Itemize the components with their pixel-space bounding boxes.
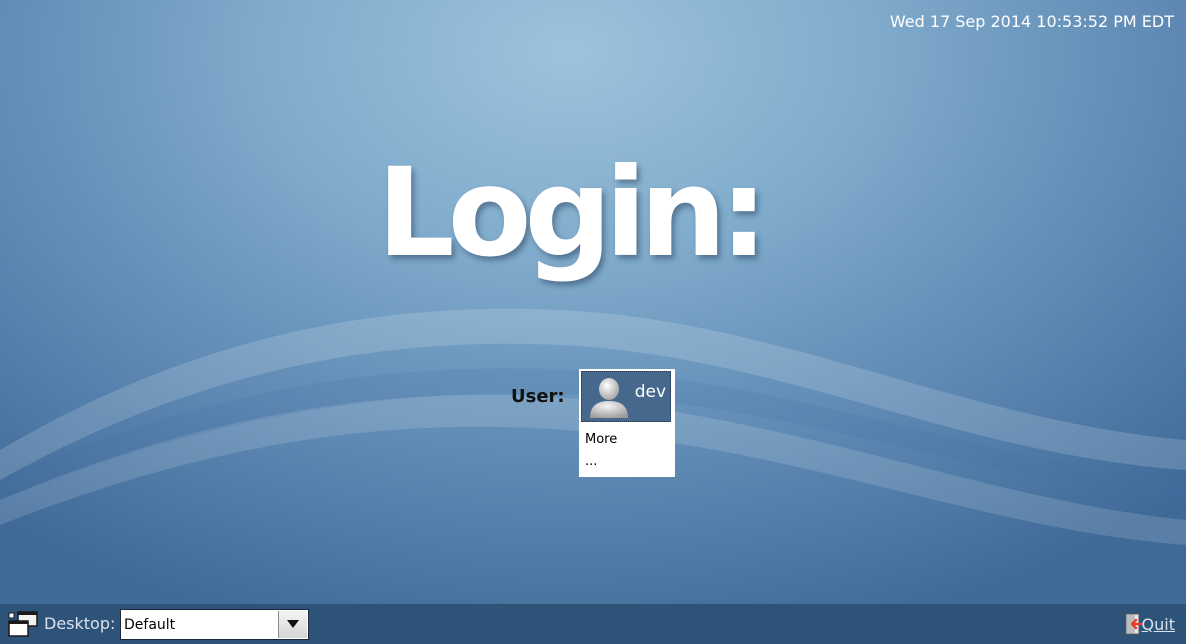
desktop-select-dropdown-button[interactable]: [278, 611, 307, 638]
desktop-session-select[interactable]: Default: [120, 609, 309, 640]
desktop-label: Desktop:: [44, 614, 116, 633]
desktop-select-value: Default: [124, 617, 176, 633]
more-users-item[interactable]: More ...: [585, 429, 619, 473]
user-entry-dev[interactable]: dev: [581, 371, 671, 422]
background-swoosh: [0, 308, 1186, 545]
login-screen: { "header": { "datetime": "Wed 17 Sep 20…: [0, 0, 1186, 644]
bottom-bar: Desktop: Default Quit: [0, 603, 1186, 644]
datetime-display: Wed 17 Sep 2014 10:53:52 PM EDT: [889, 12, 1174, 31]
chevron-down-icon: [287, 620, 299, 628]
quit-label: Quit: [1141, 615, 1175, 634]
user-list: dev More ...: [579, 369, 675, 477]
user-avatar-icon: [590, 378, 628, 418]
session-windows-icon: [8, 611, 38, 637]
user-label: User:: [511, 386, 565, 407]
login-title: Login:: [377, 142, 768, 284]
user-name: dev: [634, 382, 666, 402]
